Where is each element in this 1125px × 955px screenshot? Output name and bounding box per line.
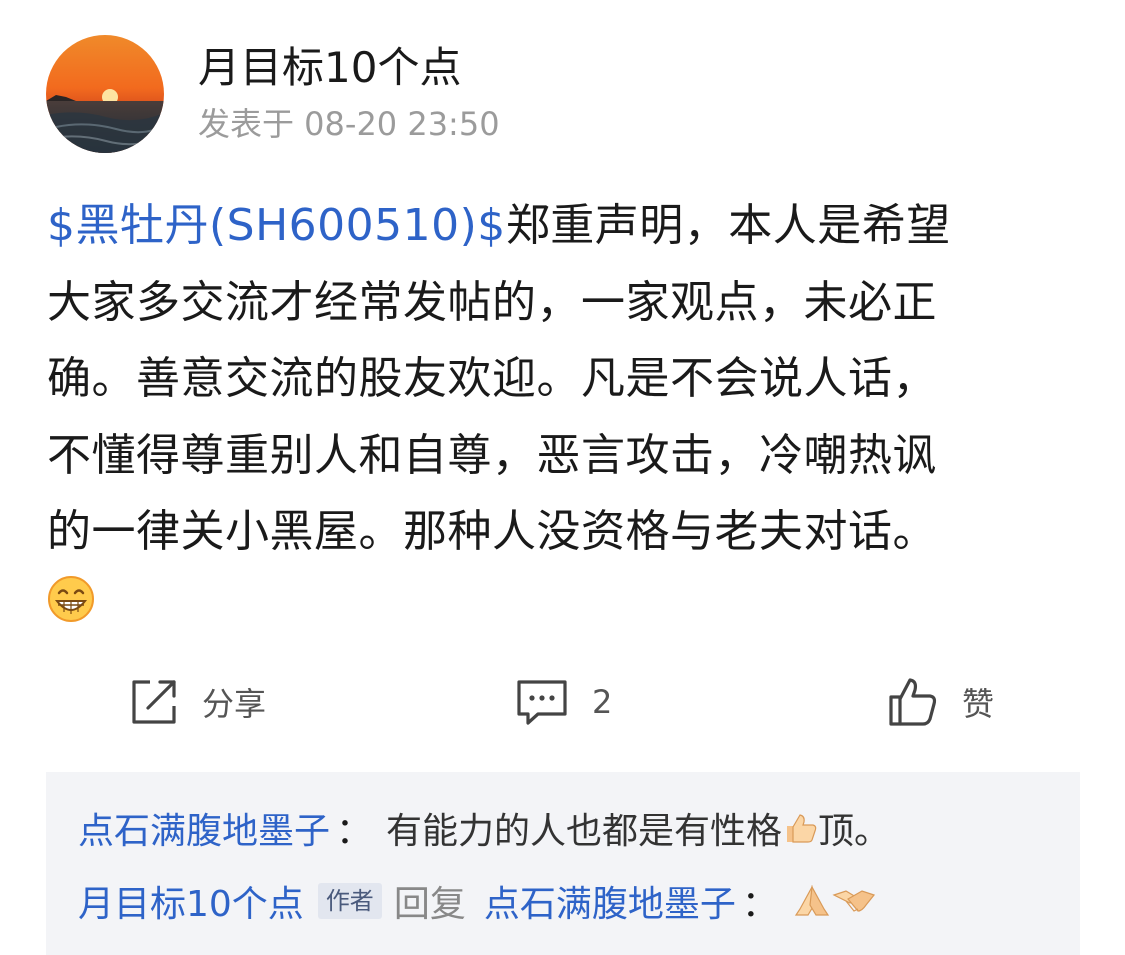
reply-to-name[interactable]: 点石满腹地墨子 <box>484 875 736 927</box>
like-label: 赞 <box>962 685 995 723</box>
comment-icon <box>517 680 567 725</box>
comment-count: 2 <box>592 683 613 721</box>
sunset-avatar-image <box>46 35 164 153</box>
comment-button[interactable]: 2 <box>514 670 612 734</box>
comment-item[interactable]: 点石满腹地墨子 ： 有能力的人也都是有性格 顶。 <box>78 798 890 858</box>
post-text: 的一律关小黑屋。那种人没资格与老夫对话。 <box>47 506 937 557</box>
comment-text: 有能力的人也都是有性格 <box>386 811 783 852</box>
comment-colon: ： <box>741 884 778 925</box>
post-text: 确。善意交流的股友欢迎。凡是不会说人话， <box>47 353 937 404</box>
share-button[interactable]: 分享 <box>128 670 266 734</box>
comment-item[interactable]: 月目标10个点 作者 回复 点石满腹地墨子 ： <box>78 871 876 931</box>
post-line: $黑牡丹(SH600510)$郑重声明，本人是希望 <box>47 188 1087 265</box>
comment-colon: ： <box>336 811 373 852</box>
reply-word: 回复 <box>393 884 466 925</box>
author-name[interactable]: 月目标10个点 <box>198 40 461 96</box>
comment-text-end: 顶。 <box>818 811 891 852</box>
pray-emoji <box>794 885 829 916</box>
avatar[interactable] <box>46 35 164 153</box>
post-text: 大家多交流才经常发帖的，一家观点，未必正 <box>47 276 937 328</box>
thumbs-up-emoji <box>787 814 817 843</box>
comments-preview[interactable]: 点石满腹地墨子 ： 有能力的人也都是有性格 顶。 月目标10个点 作者 回复 点… <box>46 772 1080 955</box>
post-text: 不懂得尊重别人和自尊，恶言攻击，冷嘲热讽 <box>47 429 937 481</box>
share-icon <box>132 680 176 724</box>
post-timestamp: 发表于 08-20 23:50 <box>198 105 500 143</box>
post-body: $黑牡丹(SH600510)$郑重声明，本人是希望 大家多交流才经常发帖的，一家… <box>47 188 1087 571</box>
post-text: 郑重声明，本人是希望 <box>505 200 951 251</box>
action-bar: 分享 2 赞 <box>0 670 1125 734</box>
handshake-emoji <box>832 890 875 912</box>
thumbs-up-icon <box>889 678 937 726</box>
share-label: 分享 <box>202 685 267 723</box>
author-badge: 作者 <box>317 883 382 919</box>
grinning-emoji <box>47 575 95 623</box>
commenter-name[interactable]: 月目标10个点 <box>78 875 304 927</box>
stock-tag-link[interactable]: $黑牡丹(SH600510)$ <box>47 200 506 251</box>
like-button[interactable]: 赞 <box>886 670 994 734</box>
commenter-name[interactable]: 点石满腹地墨子 <box>78 802 330 854</box>
